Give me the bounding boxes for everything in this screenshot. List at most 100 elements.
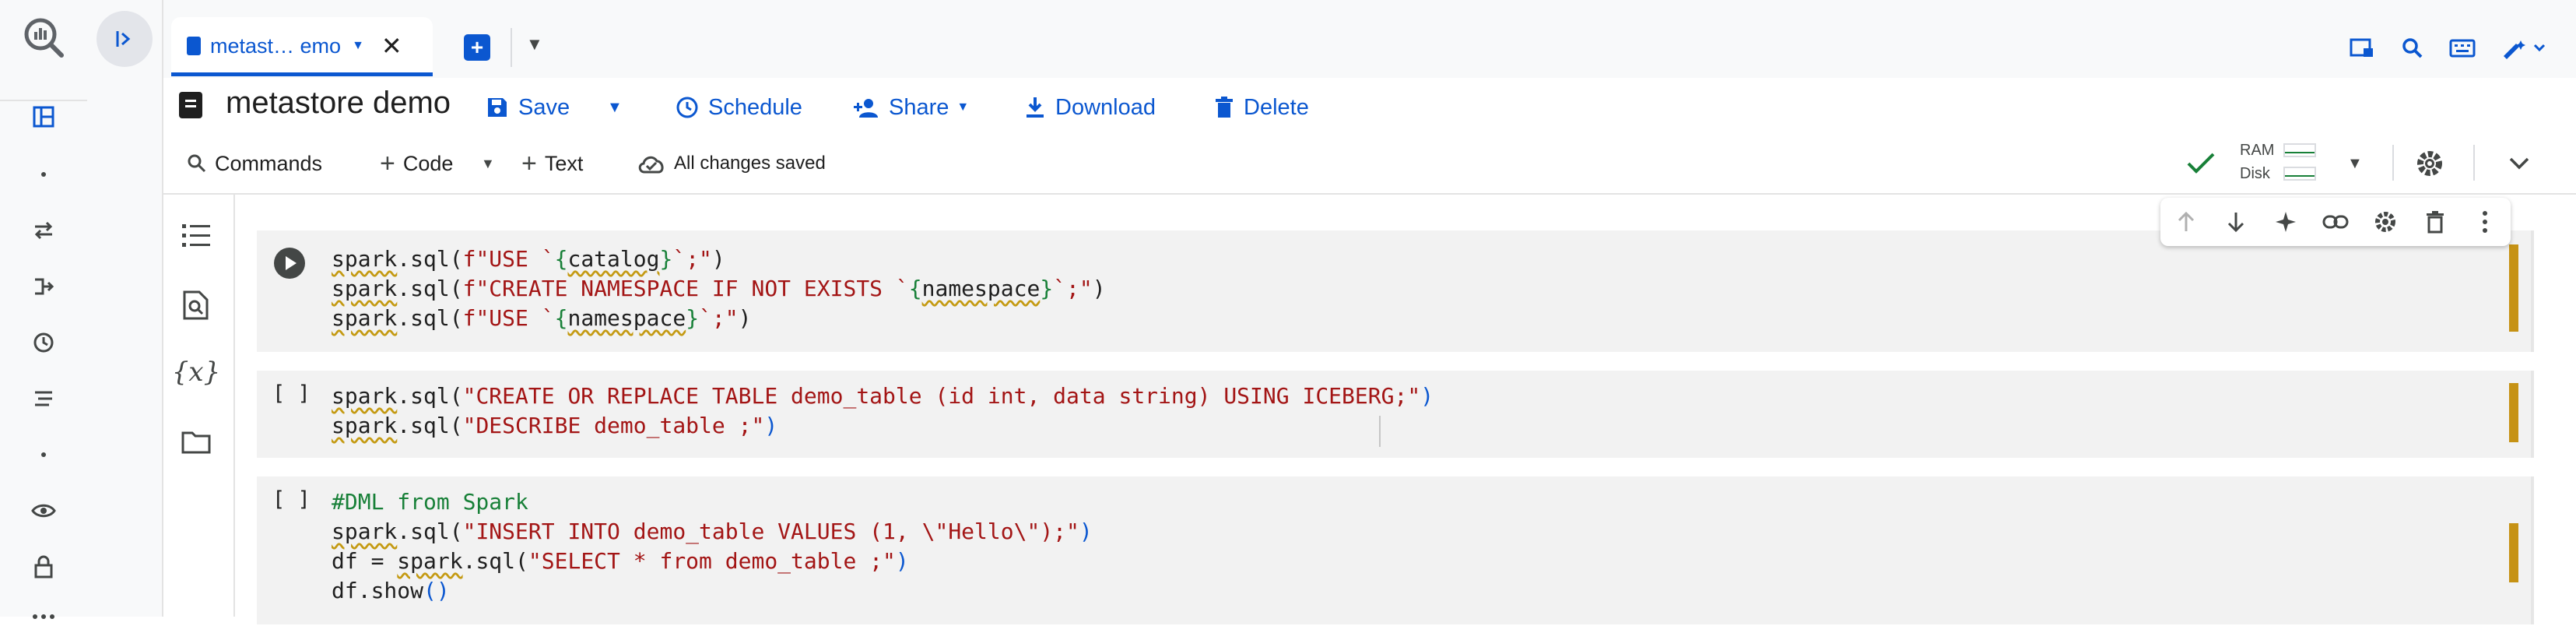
cell-change-marker [2509, 244, 2518, 332]
rail-dot-icon[interactable] [0, 431, 87, 478]
code-token: "CREATE OR REPLACE TABLE demo_table (id … [462, 383, 1421, 409]
folder-icon[interactable] [176, 422, 216, 462]
sparkle-icon[interactable] [2271, 207, 2301, 237]
disk-bar [2283, 167, 2316, 181]
transfer-icon[interactable] [0, 207, 87, 254]
code-token: ) [711, 246, 725, 272]
visibility-icon[interactable] [0, 487, 87, 534]
settings-icon[interactable] [2413, 148, 2447, 179]
dashboard-icon[interactable] [0, 93, 87, 140]
code-line[interactable]: spark.sql("INSERT INTO demo_table VALUES… [332, 517, 1093, 547]
code-token: () [423, 578, 450, 603]
notebook-doc-icon [187, 37, 201, 55]
cell-code[interactable]: spark.sql(f"USE `{catalog}`;") spark.sql(… [332, 244, 1106, 333]
ai-edit-icon[interactable] [2498, 31, 2553, 65]
delete-cell-icon[interactable] [2420, 207, 2450, 237]
code-token: namespace [921, 276, 1041, 301]
code-token: .sql( [397, 383, 463, 409]
schedule-button[interactable]: Schedule [676, 92, 802, 123]
keyboard-icon[interactable] [2445, 31, 2479, 65]
disk-label: Disk [2240, 165, 2270, 182]
move-down-icon[interactable] [2221, 207, 2251, 237]
execution-count[interactable]: [ ] [272, 382, 311, 406]
code-token: spark [397, 548, 463, 574]
code-cell[interactable]: [ ] spark.sql("CREATE OR REPLACE TABLE d… [257, 371, 2534, 458]
analytics-logo-icon[interactable] [0, 14, 87, 61]
move-up-icon[interactable] [2171, 207, 2201, 237]
code-line[interactable]: #DML from Spark [332, 487, 1093, 517]
code-line[interactable]: df = spark.sql("SELECT * from demo_table… [332, 547, 1093, 576]
code-token: catalog [567, 246, 660, 272]
text-cursor [1379, 416, 1381, 447]
notebook-tab[interactable]: metast… emo ▼ ✕ [171, 17, 433, 75]
run-cell-icon[interactable] [274, 248, 305, 279]
more-vert-icon[interactable] [2470, 207, 2500, 237]
tab-active-indicator [171, 72, 433, 76]
code-token: f"USE ` [462, 305, 555, 331]
list-settings-icon[interactable] [0, 375, 87, 422]
lock-icon[interactable] [0, 543, 87, 590]
variables-icon[interactable]: {x} [172, 352, 220, 392]
code-token: `;" [699, 305, 739, 331]
code-line[interactable]: spark.sql("DESCRIBE demo_table ;") [332, 411, 1434, 441]
link-icon[interactable] [2321, 207, 2350, 237]
cell-settings-icon[interactable] [2371, 207, 2400, 237]
resources-indicator[interactable]: RAM Disk [2185, 137, 2325, 188]
save-status-label: All changes saved [674, 153, 826, 174]
code-token: .sql( [397, 276, 463, 301]
code-token: ) [895, 548, 909, 574]
code-line[interactable]: spark.sql(f"USE `{namespace}`;") [332, 304, 1106, 333]
cell-toolbar [2160, 198, 2511, 246]
save-button[interactable]: Save [486, 92, 570, 123]
code-token: "INSERT INTO demo_table VALUES (1, \"Hel… [462, 519, 1079, 544]
resources-chevron-icon[interactable]: ▼ [2347, 148, 2363, 179]
cell-code[interactable]: #DML from Spark spark.sql("INSERT INTO de… [332, 487, 1093, 606]
code-token: .sql( [397, 413, 463, 438]
find-in-page-icon[interactable] [176, 285, 216, 325]
open-in-new-window-icon[interactable] [2346, 31, 2380, 65]
code-line[interactable]: spark.sql(f"CREATE NAMESPACE IF NOT EXIS… [332, 274, 1106, 304]
code-line[interactable]: spark.sql(f"USE `{catalog}`;") [332, 244, 1106, 274]
share-button[interactable]: Share ▼ [853, 92, 969, 123]
add-code-button[interactable]: + Code [380, 148, 453, 179]
add-tab-icon[interactable]: + [464, 34, 490, 61]
code-token: } [659, 246, 673, 272]
code-options-chevron-icon[interactable]: ▼ [481, 148, 495, 179]
rail-dot-icon[interactable] [0, 151, 87, 198]
download-button[interactable]: Download [1024, 92, 1156, 123]
code-cell[interactable]: spark.sql(f"USE `{catalog}`;") spark.sql(… [257, 230, 2534, 352]
chevron-down-icon[interactable]: ▼ [352, 39, 364, 53]
code-token: .sql( [397, 305, 463, 331]
save-label: Save [518, 94, 570, 120]
code-token: ) [738, 305, 752, 331]
tab-list-chevron-icon[interactable]: ▼ [526, 34, 543, 55]
trash-icon [1216, 97, 1233, 118]
more-horiz-icon[interactable] [0, 593, 87, 640]
cell-code[interactable]: spark.sql("CREATE OR REPLACE TABLE demo_… [332, 382, 1434, 441]
code-token: `;" [1053, 276, 1093, 301]
commands-button[interactable]: Commands [187, 148, 322, 179]
code-token: ) [764, 413, 778, 438]
close-icon[interactable]: ✕ [381, 31, 402, 61]
history-icon[interactable] [0, 319, 87, 366]
download-icon [1027, 97, 1044, 118]
code-line[interactable]: df.show() [332, 576, 1093, 606]
code-token: "SELECT * from demo_table ;" [528, 548, 896, 574]
code-token: f"CREATE NAMESPACE IF NOT EXISTS ` [462, 276, 909, 301]
add-text-button[interactable]: + Text [521, 148, 583, 179]
notebook-title[interactable]: metastore demo [226, 86, 451, 121]
table-of-contents-icon[interactable] [176, 215, 216, 255]
collapse-chevron-icon[interactable] [2508, 148, 2531, 179]
expand-panel-icon[interactable] [97, 11, 153, 67]
chevron-down-icon: ▼ [956, 100, 970, 114]
save-options-chevron-icon[interactable]: ▼ [607, 92, 623, 123]
pipeline-icon[interactable] [0, 263, 87, 310]
toolbar-divider [2473, 145, 2475, 181]
execution-count[interactable]: [ ] [272, 487, 311, 512]
code-line[interactable]: spark.sql("CREATE OR REPLACE TABLE demo_… [332, 382, 1434, 411]
code-cell[interactable]: [ ] #DML from Spark spark.sql("INSERT INT… [257, 476, 2534, 624]
cell-change-marker [2509, 523, 2518, 582]
cell-gutter [257, 230, 322, 352]
delete-button[interactable]: Delete [1214, 92, 1309, 123]
search-icon[interactable] [2395, 31, 2430, 65]
